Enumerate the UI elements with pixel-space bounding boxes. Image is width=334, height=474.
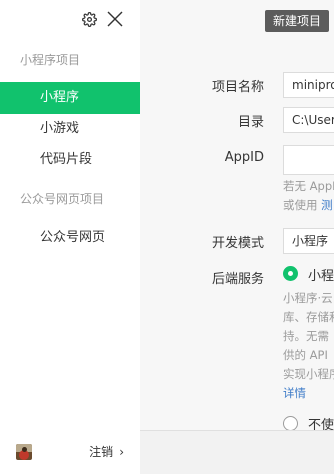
sidebar-item-code-snippet[interactable]: 代码片段: [0, 144, 140, 176]
bottom-bar: [140, 430, 334, 474]
dev-mode-label: 开发模式: [211, 236, 264, 251]
backend-desc-line: 持。无需: [283, 329, 329, 343]
window-controls: [82, 10, 123, 28]
directory-input[interactable]: C:\User: [283, 107, 334, 133]
project-name-label: 项目名称: [211, 80, 264, 95]
appid-hint-line2: 或使用 测: [283, 196, 334, 215]
backend-desc-line: 库、存储和: [283, 310, 334, 324]
backend-desc-line: 实现小程序: [283, 367, 334, 381]
sidebar-item-miniprogram[interactable]: 小程序: [0, 82, 140, 114]
appid-label: AppID: [224, 150, 264, 165]
test-account-link[interactable]: 测: [321, 198, 333, 212]
project-name-input[interactable]: miniprog: [283, 72, 334, 98]
sidebar-item-official-account-web[interactable]: 公众号网页: [0, 222, 140, 254]
directory-label: 目录: [237, 115, 264, 130]
new-project-button[interactable]: 新建项目: [265, 10, 329, 32]
section-title-official-account: 公众号网页项目: [20, 192, 105, 206]
gear-icon[interactable]: [82, 11, 97, 27]
backend-label: 后端服务: [211, 272, 264, 287]
close-icon[interactable]: [107, 11, 123, 27]
backend-radio-cloud[interactable]: [283, 266, 298, 281]
main-panel: 新建项目 项目名称 miniprog 目录 C:\User AppID 若无 A…: [140, 0, 334, 474]
dev-mode-select[interactable]: 小程序: [283, 228, 334, 254]
logout-label: 注销: [89, 445, 114, 459]
sidebar: 小程序项目 小程序 小游戏 代码片段 公众号网页项目 公众号网页 注销 ›: [0, 0, 140, 474]
backend-option-cloud-label: 小程: [308, 269, 334, 284]
appid-input[interactable]: [283, 145, 334, 175]
appid-hint-prefix: 或使用: [283, 198, 322, 212]
appid-hint-line1: 若无 AppI: [283, 179, 334, 193]
sidebar-footer: 注销 ›: [0, 430, 140, 474]
logout-button[interactable]: 注销 ›: [89, 443, 124, 460]
backend-desc-line: 供的 API: [283, 348, 328, 362]
backend-desc-line: 小程序·云: [283, 291, 333, 305]
details-link[interactable]: 详情: [283, 384, 334, 403]
appid-hint: 若无 AppI 或使用 测: [283, 177, 334, 215]
backend-description: 小程序·云 库、存储和 持。无需 供的 API 实现小程序 详情: [283, 289, 334, 403]
chevron-right-icon: ›: [119, 444, 124, 459]
sidebar-item-minigame[interactable]: 小游戏: [0, 113, 140, 145]
avatar: [16, 444, 32, 460]
section-title-miniprogram: 小程序项目: [20, 53, 81, 67]
backend-radio-none[interactable]: [283, 416, 298, 431]
